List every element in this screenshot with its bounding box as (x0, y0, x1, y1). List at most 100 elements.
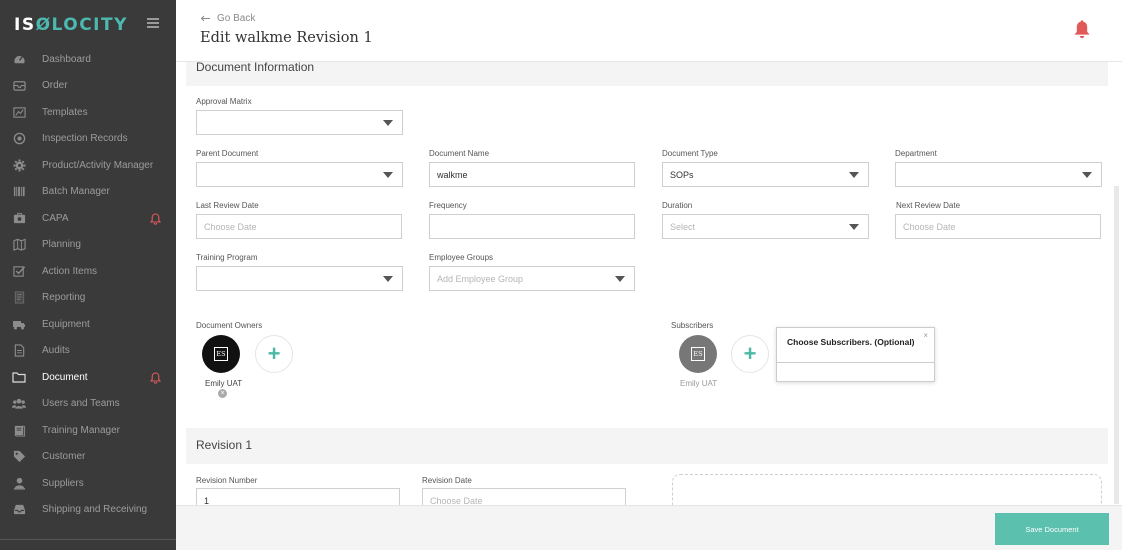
sidebar-nav: Dashboard Order Templates Inspection Rec… (0, 46, 176, 523)
chevron-down-icon (1082, 172, 1092, 178)
page-header: Go Back Edit walkme Revision 1 (176, 0, 1122, 62)
report-icon (12, 291, 26, 305)
document-owners-label: Document Owners (196, 321, 263, 330)
folder-icon (12, 370, 26, 384)
sidebar-item-label: Templates (42, 106, 88, 118)
sidebar-item-label: Inspection Records (42, 133, 128, 145)
hamburger-menu-icon[interactable] (147, 18, 159, 28)
sidebar-item-label: Equipment (42, 318, 90, 330)
remove-owner-icon[interactable]: × (218, 389, 227, 398)
document-type-select[interactable]: SOPs (662, 162, 869, 187)
document-name-label: Document Name (429, 149, 490, 158)
sidebar-divider (0, 539, 176, 540)
sidebar-item-label: Action Items (42, 265, 98, 277)
close-icon[interactable]: × (923, 331, 928, 340)
choose-subscribers-popover: Choose Subscribers. (Optional) × (776, 327, 935, 382)
parent-document-select[interactable] (196, 162, 403, 187)
sidebar-item-document[interactable]: Document (0, 364, 176, 391)
revision-date-input[interactable]: Choose Date (422, 488, 626, 505)
edit-document-form: Document Information Approval Matrix Par… (176, 62, 1122, 505)
subscribers-label: Subscribers (671, 321, 714, 330)
department-select[interactable] (895, 162, 1102, 187)
file-dropzone[interactable] (672, 474, 1102, 505)
go-back-label: Go Back (217, 13, 256, 24)
parent-document-label: Parent Document (196, 149, 259, 158)
frequency-label: Frequency (429, 201, 467, 210)
revision-title: Revision 1 (196, 438, 253, 452)
owner-name: Emily UAT (205, 379, 243, 388)
barcode-icon (12, 185, 26, 199)
sidebar-item-audits[interactable]: Audits (0, 338, 176, 365)
revision-number-label: Revision Number (196, 476, 258, 485)
bell-alert-icon[interactable] (149, 212, 162, 225)
map-icon (12, 238, 26, 252)
owner-avatar-card[interactable]: ES (202, 335, 240, 373)
sidebar-item-dashboard[interactable]: Dashboard (0, 46, 176, 73)
sidebar-item-capa[interactable]: CAPA (0, 205, 176, 232)
save-document-button[interactable]: Save Document (995, 513, 1109, 545)
duration-label: Duration (662, 201, 693, 210)
gear-icon (12, 158, 26, 172)
dashboard-icon (12, 52, 26, 66)
truck-icon (12, 317, 26, 331)
revision-number-input[interactable]: 1 (196, 488, 400, 505)
add-subscriber-button[interactable]: + (731, 335, 769, 373)
last-review-date-input[interactable]: Choose Date (196, 214, 402, 239)
notification-bell-icon[interactable] (1073, 20, 1091, 40)
book-icon (12, 423, 26, 437)
sidebar-item-templates[interactable]: Templates (0, 99, 176, 126)
sidebar-item-inspection-records[interactable]: Inspection Records (0, 126, 176, 153)
chevron-down-icon (849, 224, 859, 230)
approval-matrix-label: Approval Matrix (196, 97, 252, 106)
document-information-title: Document Information (196, 62, 315, 74)
go-back-link[interactable]: Go Back (200, 13, 255, 24)
sidebar-item-users-and-teams[interactable]: Users and Teams (0, 391, 176, 418)
sidebar-item-label: Order (42, 80, 68, 92)
inspection-icon (12, 132, 26, 146)
sidebar-item-batch-manager[interactable]: Batch Manager (0, 179, 176, 206)
sidebar-item-label: Shipping and Receiving (42, 504, 148, 516)
next-review-date-input[interactable]: Choose Date (895, 214, 1101, 239)
document-type-label: Document Type (662, 149, 718, 158)
subscriber-name: Emily UAT (680, 379, 718, 388)
sidebar-item-label: Document (42, 371, 88, 383)
avatar: ES (679, 335, 717, 373)
sidebar-item-suppliers[interactable]: Suppliers (0, 470, 176, 497)
plus-icon: + (743, 341, 757, 366)
sidebar-item-label: Customer (42, 451, 86, 463)
training-program-select[interactable] (196, 266, 403, 291)
sidebar-item-customer[interactable]: Customer (0, 444, 176, 471)
document-name-input[interactable]: walkme (429, 162, 635, 187)
sidebar-item-product-activity-manager[interactable]: Product/Activity Manager (0, 152, 176, 179)
sidebar-item-training-manager[interactable]: Training Manager (0, 417, 176, 444)
inbox-icon (12, 503, 26, 517)
scrollbar[interactable] (1114, 186, 1119, 504)
chevron-down-icon (383, 172, 393, 178)
chevron-down-icon (383, 276, 393, 282)
sidebar-item-order[interactable]: Order (0, 73, 176, 100)
isolocity-logo[interactable]: ISØLOCITY (14, 14, 128, 36)
subscriber-avatar-card[interactable]: ES (679, 335, 717, 373)
sidebar-item-label: Batch Manager (42, 186, 110, 198)
bell-alert-icon[interactable] (149, 371, 162, 384)
chevron-down-icon (383, 120, 393, 126)
approval-matrix-select[interactable] (196, 110, 403, 135)
page-title: Edit walkme Revision 1 (200, 30, 373, 46)
sidebar-item-equipment[interactable]: Equipment (0, 311, 176, 338)
employee-groups-select[interactable]: Add Employee Group (429, 266, 635, 291)
plus-icon: + (267, 341, 281, 366)
sidebar-item-label: Training Manager (42, 424, 121, 436)
sidebar-item-reporting[interactable]: Reporting (0, 285, 176, 312)
employee-groups-label: Employee Groups (429, 253, 494, 262)
add-owner-button[interactable]: + (255, 335, 293, 373)
supplier-icon (12, 476, 26, 490)
frequency-input[interactable] (429, 214, 635, 239)
sidebar-item-shipping-and-receiving[interactable]: Shipping and Receiving (0, 497, 176, 524)
sidebar-item-planning[interactable]: Planning (0, 232, 176, 259)
duration-select[interactable]: Select (662, 214, 869, 239)
sidebar-item-action-items[interactable]: Action Items (0, 258, 176, 285)
department-label: Department (895, 149, 937, 158)
sidebar-item-label: Planning (42, 239, 81, 251)
templates-icon (12, 105, 26, 119)
chevron-down-icon (615, 276, 625, 282)
